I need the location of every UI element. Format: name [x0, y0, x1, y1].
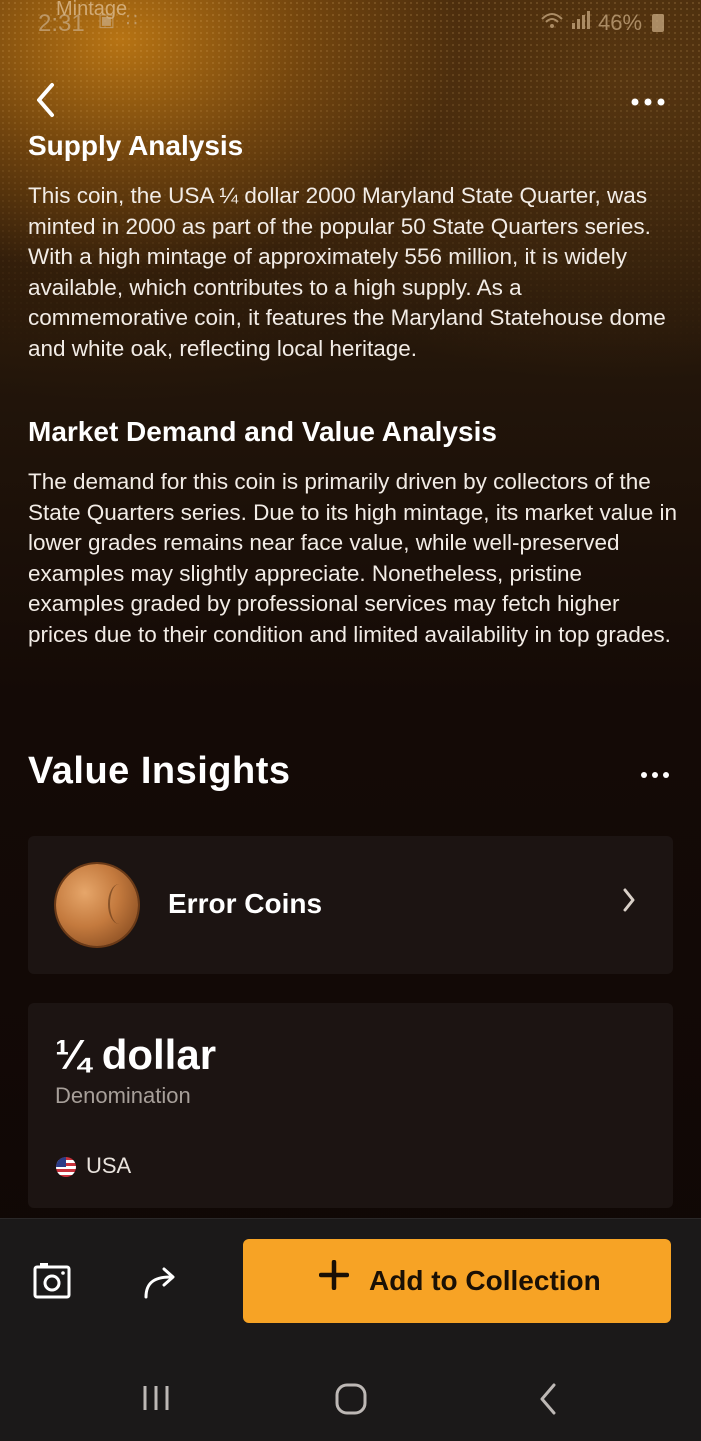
chevron-right-icon: [622, 884, 636, 921]
status-bar: 2:31 Mintage ▣ ∷ 46%: [0, 0, 701, 44]
camera-icon[interactable]: [32, 1261, 76, 1305]
nav-back-icon[interactable]: [536, 1382, 560, 1422]
denomination-value: ¼ dollar: [55, 1031, 217, 1078]
more-icon[interactable]: [630, 88, 674, 118]
market-demand-text: The demand for this coin is primarily dr…: [28, 469, 678, 647]
value-insights-more-icon[interactable]: [640, 758, 670, 786]
battery-level: 46%: [598, 10, 643, 35]
notification-icons: ▣ ∷: [98, 10, 141, 30]
coin-image-icon: [56, 864, 138, 946]
market-demand-heading: Market Demand and Value Analysis: [28, 416, 497, 447]
supply-analysis-text: This coin, the USA ¼ dollar 2000 Marylan…: [28, 183, 666, 361]
flag-usa-icon: [56, 1157, 76, 1177]
value-insights-heading: Value Insights: [28, 750, 291, 792]
signal-icon: [540, 9, 592, 37]
battery-icon: [652, 14, 664, 32]
supply-analysis-heading: Supply Analysis: [28, 130, 244, 161]
recents-icon[interactable]: [140, 1382, 172, 1422]
denomination-label: Denomination: [55, 1083, 191, 1108]
share-icon[interactable]: [140, 1263, 184, 1307]
back-icon[interactable]: [34, 82, 64, 122]
country-label: USA: [86, 1153, 132, 1178]
plus-icon: [318, 1255, 350, 1299]
add-to-collection-label: Add to Collection: [369, 1265, 601, 1296]
home-icon[interactable]: [334, 1382, 368, 1422]
add-to-collection-button[interactable]: Add to Collection: [243, 1239, 671, 1323]
denomination-card: ¼ dollar Denomination USA: [28, 1003, 673, 1208]
error-coins-label: Error Coins: [168, 888, 323, 919]
error-coins-card[interactable]: Error Coins: [28, 836, 673, 974]
